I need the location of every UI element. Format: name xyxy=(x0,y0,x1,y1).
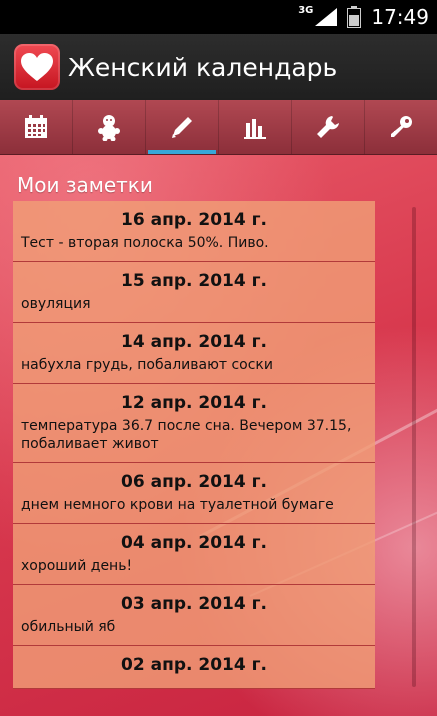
wrench-icon xyxy=(317,116,339,138)
list-item[interactable]: 15 апр. 2014 г. овуляция xyxy=(13,262,375,323)
baby-icon xyxy=(98,115,120,141)
note-date: 03 апр. 2014 г. xyxy=(121,594,267,614)
status-bar: 3G 17:49 xyxy=(0,0,437,34)
notes-list[interactable]: 16 апр. 2014 г. Тест - вторая полоска 50… xyxy=(13,201,375,689)
app-title: Женский календарь xyxy=(68,52,338,82)
tab-bar xyxy=(0,100,437,155)
note-text: температура 36.7 после сна. Вечером 37.1… xyxy=(21,418,352,452)
pencil-icon xyxy=(172,117,192,138)
section-title: Мои заметки xyxy=(17,173,153,197)
tab-statistics[interactable] xyxy=(219,100,292,154)
key-icon xyxy=(391,116,412,137)
tab-settings[interactable] xyxy=(292,100,365,154)
calendar-icon xyxy=(25,115,47,138)
tab-calendar[interactable] xyxy=(0,100,73,154)
note-text: набухла грудь, побаливают соски xyxy=(21,357,273,373)
tab-notes[interactable] xyxy=(146,100,219,154)
list-item[interactable]: 03 апр. 2014 г. обильный яб xyxy=(13,585,375,646)
note-date: 15 апр. 2014 г. xyxy=(121,271,267,291)
note-date: 12 апр. 2014 г. xyxy=(121,393,267,413)
tab-baby[interactable] xyxy=(73,100,146,154)
list-item[interactable]: 06 апр. 2014 г. днем немного крови на ту… xyxy=(13,463,375,524)
tab-password[interactable] xyxy=(365,100,437,154)
note-text: хороший день! xyxy=(21,558,133,574)
note-date: 04 апр. 2014 г. xyxy=(121,533,267,553)
scrollbar[interactable] xyxy=(412,207,416,687)
action-bar: Женский календарь xyxy=(0,34,437,100)
note-text: обильный яб xyxy=(21,619,116,635)
clock: 17:49 xyxy=(371,5,429,29)
list-item[interactable]: 12 апр. 2014 г. температура 36.7 после с… xyxy=(13,384,375,463)
note-date: 14 апр. 2014 г. xyxy=(121,332,267,352)
note-text: овуляция xyxy=(21,296,91,312)
list-item[interactable]: 02 апр. 2014 г. xyxy=(13,646,375,689)
battery-icon xyxy=(347,6,362,28)
note-date: 16 апр. 2014 г. xyxy=(121,210,267,230)
note-date: 02 апр. 2014 г. xyxy=(121,655,267,675)
list-item[interactable]: 14 апр. 2014 г. набухла грудь, побаливаю… xyxy=(13,323,375,384)
note-date: 06 апр. 2014 г. xyxy=(121,472,267,492)
note-text: Тест - вторая полоска 50%. Пиво. xyxy=(21,235,269,251)
chart-icon xyxy=(244,119,266,139)
network-type: 3G xyxy=(298,4,314,16)
list-item[interactable]: 16 апр. 2014 г. Тест - вторая полоска 50… xyxy=(13,201,375,262)
app-logo-heart-icon[interactable] xyxy=(14,44,60,90)
signal-icon xyxy=(315,8,338,26)
notes-screen: Мои заметки 16 апр. 2014 г. Тест - втора… xyxy=(0,155,437,716)
list-item[interactable]: 04 апр. 2014 г. хороший день! xyxy=(13,524,375,585)
note-text: днем немного крови на туалетной бумаге xyxy=(21,497,334,513)
heart-icon xyxy=(21,53,53,81)
